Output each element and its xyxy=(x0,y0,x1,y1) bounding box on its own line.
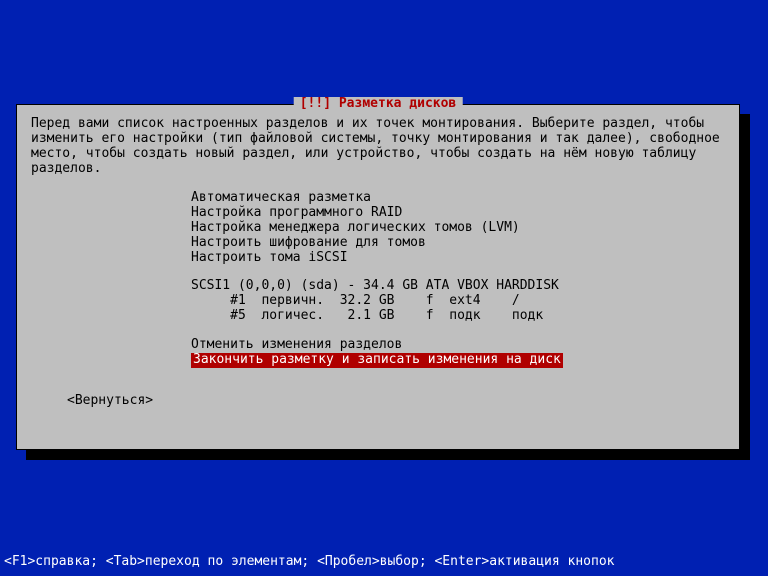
menu-configure-iscsi[interactable]: Настроить тома iSCSI xyxy=(191,251,725,266)
menu-undo-changes[interactable]: Отменить изменения разделов xyxy=(191,338,725,353)
dialog-shadow-right xyxy=(740,114,750,460)
footer-help: <F1>справка; <Tab>переход по элементам; … xyxy=(0,555,768,570)
menu-partition-5[interactable]: #5 логичес. 2.1 GB f подк подк xyxy=(191,309,725,324)
menu-disk-sda[interactable]: SCSI1 (0,0,0) (sda) - 34.4 GB ATA VBOX H… xyxy=(191,279,725,294)
menu-configure-encryption[interactable]: Настроить шифрование для томов xyxy=(191,236,725,251)
dialog-shadow-bottom xyxy=(26,450,750,460)
menu-configure-raid[interactable]: Настройка программного RAID xyxy=(191,206,725,221)
intro-text: Перед вами список настроенных разделов и… xyxy=(31,117,725,177)
menu: Автоматическая разметка Настройка програ… xyxy=(191,191,725,368)
partition-dialog: [!!] Разметка дисков Перед вами список н… xyxy=(16,104,752,462)
dialog-content: Перед вами список настроенных разделов и… xyxy=(17,105,739,419)
menu-auto-partition[interactable]: Автоматическая разметка xyxy=(191,191,725,206)
dialog-title: [!!] Разметка дисков xyxy=(294,97,463,112)
dialog-box: [!!] Разметка дисков Перед вами список н… xyxy=(16,104,740,450)
back-button[interactable]: <Вернуться> xyxy=(67,394,725,409)
menu-finish-partitioning[interactable]: Закончить разметку и записать изменения … xyxy=(191,353,563,368)
menu-configure-lvm[interactable]: Настройка менеджера логических томов (LV… xyxy=(191,221,725,236)
menu-partition-1[interactable]: #1 первичн. 32.2 GB f ext4 / xyxy=(191,294,725,309)
